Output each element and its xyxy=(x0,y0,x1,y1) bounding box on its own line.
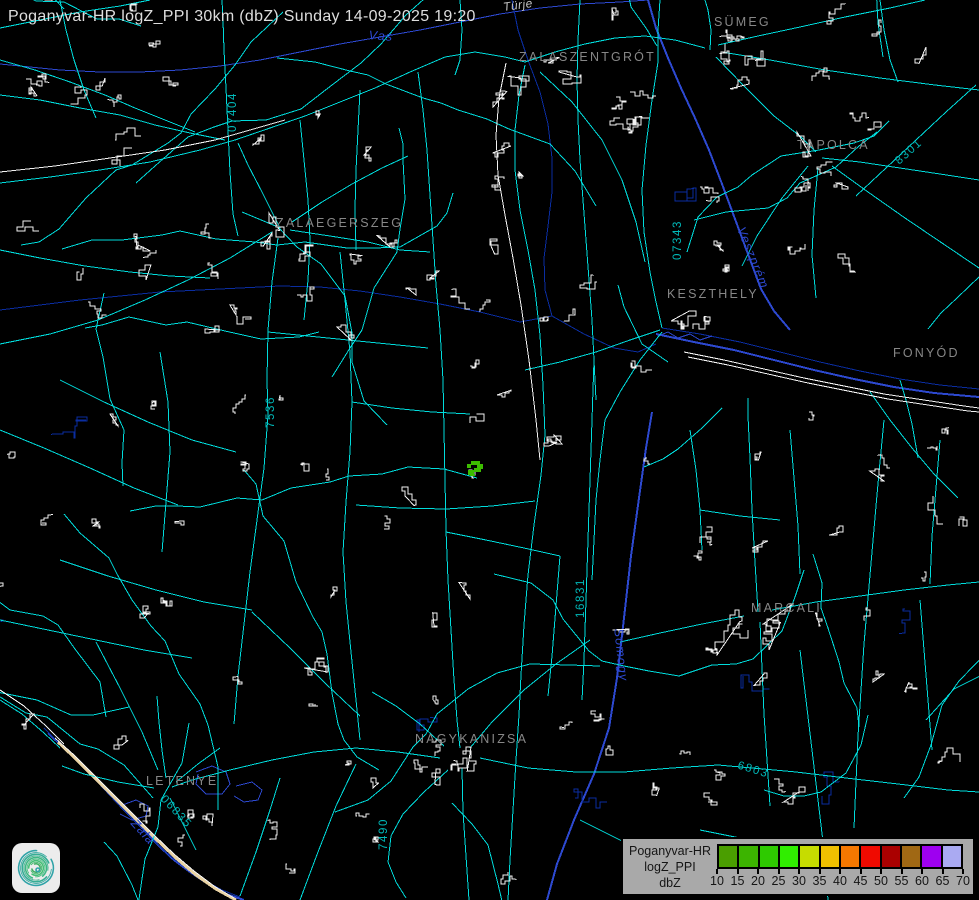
spiral-icon xyxy=(14,845,58,891)
town-label: NAGYKANIZSA xyxy=(415,732,528,746)
legend-tick-label: 30 xyxy=(792,874,806,888)
legend: Poganyvar-HR logZ_PPI dbZ 10 15 20 25 30 35 40… xyxy=(621,837,975,896)
legend-color-cell xyxy=(780,846,798,867)
water-lines xyxy=(0,0,979,900)
town-label: LETENYE xyxy=(146,774,218,788)
town-label: FONYÓD xyxy=(893,346,960,360)
legend-color-cell xyxy=(841,846,859,867)
legend-tick-label: 50 xyxy=(874,874,888,888)
legend-tick-label: 10 xyxy=(710,874,724,888)
legend-product: logZ_PPI xyxy=(644,859,695,875)
road-number-label: 07343 xyxy=(672,220,684,260)
road-number-label: 7536 xyxy=(265,396,277,428)
road-number-label: 16831 xyxy=(575,578,587,618)
legend-color-cell xyxy=(943,846,961,867)
legend-tick-label: 45 xyxy=(854,874,868,888)
radar-echo-pixel xyxy=(474,468,481,472)
town-label: ZALASZENTGRÓT xyxy=(519,50,656,64)
radar-echo-pixel xyxy=(467,464,471,468)
legend-tick-label: 20 xyxy=(751,874,765,888)
settlement-outlines xyxy=(0,0,979,898)
legend-tick-label: 15 xyxy=(731,874,745,888)
town-label: ZALAEGERSZEG xyxy=(276,216,403,230)
legend-color-cell xyxy=(882,846,900,867)
legend-tick-label: 70 xyxy=(956,874,970,888)
road-number-label: 7490 xyxy=(378,818,390,850)
legend-color-cell xyxy=(922,846,940,867)
legend-tick-label: 55 xyxy=(895,874,909,888)
town-label: KESZTHELY xyxy=(667,287,759,301)
radar-map xyxy=(0,0,979,900)
legend-tick-label: 40 xyxy=(833,874,847,888)
town-label: MARCALI xyxy=(751,601,822,615)
legend-color-cell xyxy=(800,846,818,867)
map-title: Poganyvar-HR logZ_PPI 30km (dbZ) Sunday … xyxy=(8,8,476,26)
town-label: SÜMEG xyxy=(714,15,771,29)
radar-screen: Poganyvar-HR logZ_PPI 30km (dbZ) Sunday … xyxy=(0,0,979,900)
legend-title-block: Poganyvar-HR logZ_PPI dbZ xyxy=(625,842,715,892)
legend-color-cell xyxy=(760,846,778,867)
road-number-label: 07404 xyxy=(227,92,239,132)
legend-tick-scale: 10152025303540455055606570 xyxy=(717,869,963,893)
legend-tick-label: 60 xyxy=(915,874,929,888)
town-label: TAPOLCA xyxy=(797,138,870,152)
legend-tick-label: 35 xyxy=(813,874,827,888)
legend-unit: dbZ xyxy=(659,875,681,891)
legend-color-cell xyxy=(902,846,920,867)
legend-color-cell xyxy=(719,846,737,867)
legend-tick-label: 65 xyxy=(936,874,950,888)
road-network xyxy=(0,0,979,900)
legend-color-cell xyxy=(821,846,839,867)
storm-spiral-logo xyxy=(12,843,60,893)
legend-colorbar xyxy=(717,844,963,869)
radar-echo-pixel xyxy=(470,474,475,476)
county-label: Vas xyxy=(368,28,394,44)
legend-tick-label: 25 xyxy=(772,874,786,888)
legend-color-cell xyxy=(739,846,757,867)
legend-station: Poganyvar-HR xyxy=(629,843,711,859)
legend-color-cell xyxy=(861,846,879,867)
